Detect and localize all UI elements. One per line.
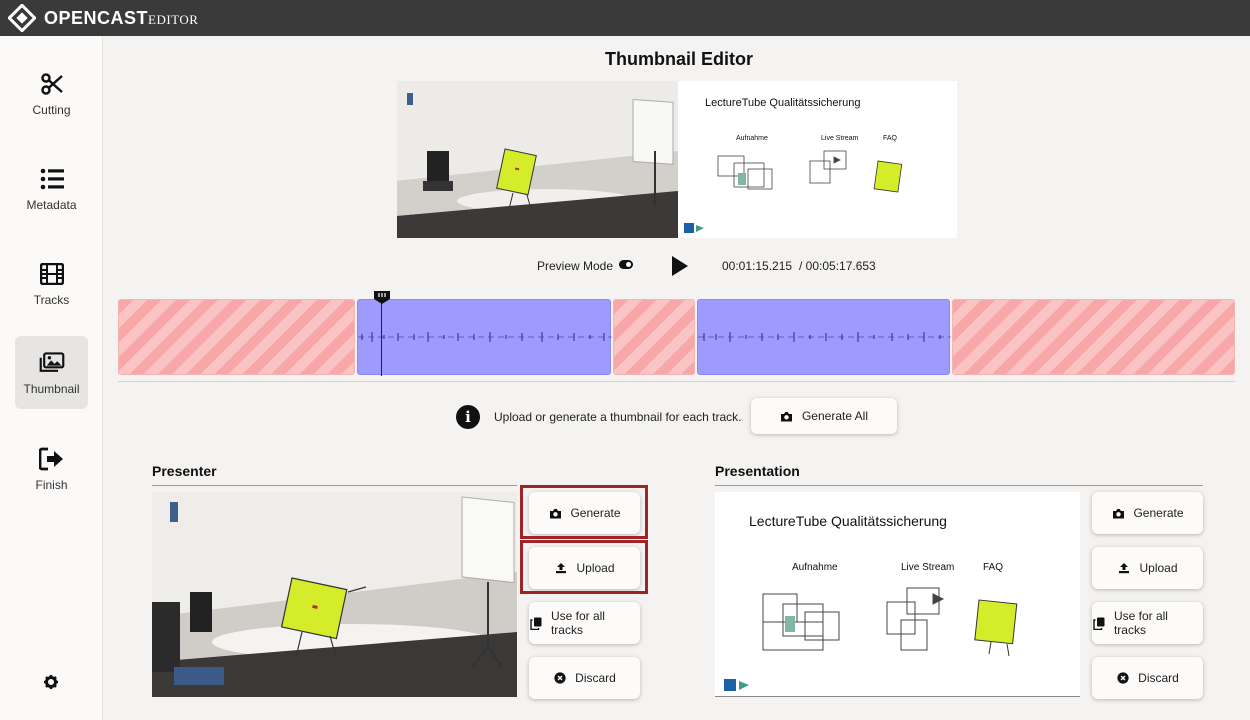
presentation-generate-button[interactable]: Generate — [1092, 492, 1203, 534]
current-time: 00:01:15.215 — [722, 259, 793, 273]
page-title: Thumbnail Editor — [605, 49, 753, 69]
close-circle-icon — [553, 672, 567, 684]
generate-all-button[interactable]: Generate All — [751, 398, 897, 434]
app-header: OPENCASTEDITOR — [0, 0, 1250, 36]
scissors-icon — [39, 71, 65, 97]
nav-cutting[interactable]: Cutting — [15, 57, 88, 130]
section-divider — [715, 485, 1203, 486]
nav-finish[interactable]: Finish — [15, 432, 88, 505]
nav-metadata[interactable]: Metadata — [15, 152, 88, 225]
kept-segment[interactable] — [697, 299, 951, 375]
presenter-video-frame — [397, 81, 678, 238]
copy-icon — [1092, 617, 1106, 630]
button-label: Generate — [1133, 506, 1184, 520]
timeline-divider — [118, 381, 1235, 382]
kept-segment[interactable] — [357, 299, 612, 375]
player-controls: Preview Mode 00:01:15.215 / 00:05:17.653 — [537, 254, 937, 278]
timeline[interactable] — [118, 298, 1235, 376]
list-icon — [39, 166, 65, 192]
images-icon — [39, 350, 65, 376]
upload-icon — [1117, 562, 1131, 574]
nav-label: Metadata — [26, 197, 77, 212]
button-label: Generate All — [801, 409, 869, 423]
nav-tracks[interactable]: Tracks — [15, 247, 88, 320]
copy-icon — [529, 617, 543, 630]
track-title-presentation: Presentation — [715, 463, 800, 479]
button-label: Discard — [1138, 671, 1179, 685]
highlight-generate — [520, 485, 648, 539]
film-icon — [39, 261, 65, 287]
highlight-upload — [520, 540, 648, 594]
section-divider — [152, 485, 517, 486]
info-icon: i — [456, 405, 480, 429]
gear-icon[interactable] — [43, 674, 59, 690]
camera-icon — [780, 410, 794, 422]
button-label: Use for all tracks — [1113, 609, 1168, 637]
presenter-thumbnail — [152, 492, 517, 697]
button-label: Use for all tracks — [550, 609, 605, 637]
playhead-handle-icon[interactable] — [374, 291, 390, 304]
presenter-discard-button[interactable]: Discard — [529, 657, 640, 699]
nav-label: Finish — [35, 477, 68, 492]
playhead-line — [381, 300, 382, 376]
presentation-video-frame: LectureTube Qualitätssicherung Aufnahme … — [678, 81, 957, 238]
app-name: OPENCASTEDITOR — [44, 7, 199, 28]
presentation-discard-button[interactable]: Discard — [1092, 657, 1203, 699]
presentation-thumbnail: LectureTube Qualitätssicherung Aufnahme … — [715, 492, 1080, 697]
presentation-upload-button[interactable]: Upload — [1092, 547, 1203, 589]
deleted-segment[interactable] — [118, 299, 355, 375]
info-text: Upload or generate a thumbnail for each … — [494, 410, 742, 424]
nav-label: Thumbnail — [23, 381, 80, 396]
presentation-use-for-all-button[interactable]: Use for all tracks — [1092, 602, 1203, 644]
preview-mode-toggle[interactable] — [619, 260, 633, 269]
deleted-segment[interactable] — [952, 299, 1235, 375]
opencast-logo-icon — [7, 3, 37, 33]
nav-label: Cutting — [32, 102, 71, 117]
sidebar: Cutting Metadata Tracks Thumbnail Finish — [0, 36, 103, 720]
presenter-use-for-all-button[interactable]: Use for all tracks — [529, 602, 640, 644]
button-label: Discard — [575, 671, 616, 685]
nav-thumbnail[interactable]: Thumbnail — [15, 336, 88, 409]
video-preview: LectureTube Qualitätssicherung Aufnahme … — [397, 81, 957, 238]
sign-out-icon — [38, 446, 65, 472]
camera-icon — [1111, 507, 1125, 519]
play-icon[interactable] — [668, 255, 690, 277]
button-label: Upload — [1139, 561, 1178, 575]
deleted-segment[interactable] — [613, 299, 695, 375]
preview-mode-label: Preview Mode — [537, 259, 614, 273]
nav-label: Tracks — [33, 292, 70, 307]
close-circle-icon — [1116, 672, 1130, 684]
track-title-presenter: Presenter — [152, 463, 217, 479]
total-time: / 00:05:17.653 — [799, 259, 876, 273]
